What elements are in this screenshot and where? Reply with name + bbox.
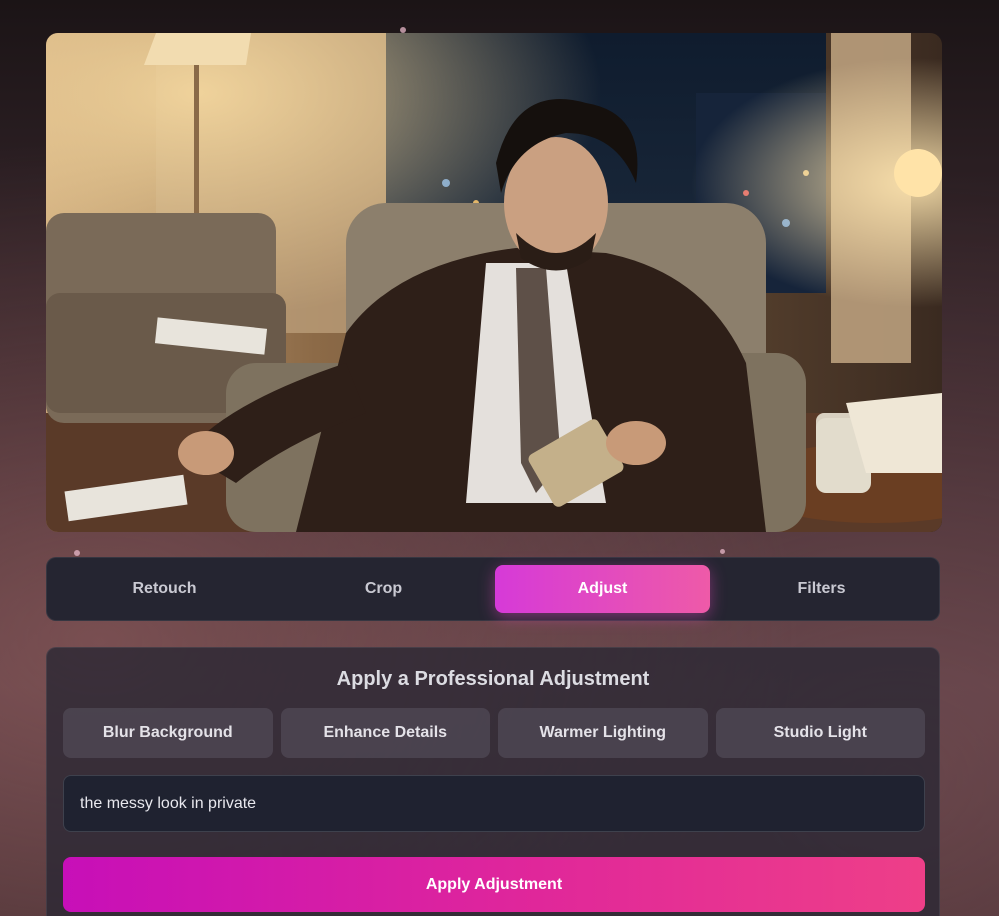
tab-adjust[interactable]: Adjust [495,565,710,613]
preset-row: Blur Background Enhance Details Warmer L… [63,708,925,758]
photo-illustration [46,33,942,532]
preset-enhance-details-button[interactable]: Enhance Details [280,708,490,758]
background-speck [720,549,725,554]
preset-blur-background-button[interactable]: Blur Background [63,708,273,758]
tab-crop[interactable]: Crop [276,565,491,613]
adjustment-prompt-input[interactable] [63,775,925,832]
tab-retouch[interactable]: Retouch [57,565,272,613]
tab-filters[interactable]: Filters [714,565,929,613]
adjustment-panel: Apply a Professional Adjustment Blur Bac… [46,647,940,916]
editor-tab-bar: Retouch Crop Adjust Filters [46,557,940,621]
panel-title: Apply a Professional Adjustment [336,668,650,690]
preset-warmer-lighting-button[interactable]: Warmer Lighting [498,708,708,758]
preset-studio-light-button[interactable]: Studio Light [715,708,925,758]
background-speck [74,550,80,556]
image-preview [46,33,942,532]
apply-adjustment-button[interactable]: Apply Adjustment [63,857,925,912]
